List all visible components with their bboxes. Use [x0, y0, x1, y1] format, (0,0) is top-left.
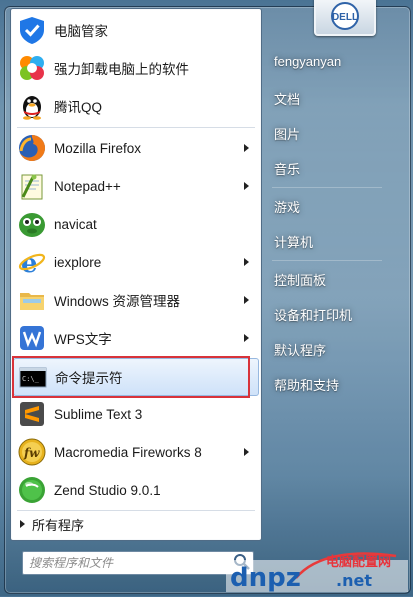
svg-text:DELL: DELL [332, 12, 358, 23]
link-music[interactable]: 音乐 [274, 159, 300, 178]
menu-item-label: Windows 资源管理器 [54, 294, 181, 309]
link-devices-printers[interactable]: 设备和打印机 [274, 305, 352, 324]
dell-logo-icon: DELL [331, 2, 359, 30]
search-input[interactable]: 搜索程序和文件 [22, 551, 254, 575]
link-control-panel[interactable]: 控制面板 [274, 270, 326, 289]
svg-text:fw: fw [23, 446, 40, 460]
menu-item-uninstaller[interactable]: 强力卸载电脑上的软件 [13, 51, 259, 85]
menu-item-windows-explorer[interactable]: Windows 资源管理器 [13, 283, 259, 317]
menu-item-wps-writer[interactable]: WPS文字 [13, 321, 259, 355]
menu-item-label: 强力卸载电脑上的软件 [54, 62, 189, 77]
menu-item-label: Notepad++ [54, 178, 121, 194]
notepad-plus-plus-icon [16, 170, 48, 202]
svg-text:电脑配置网: 电脑配置网 [326, 554, 391, 570]
menu-item-pc-manager[interactable]: 电脑管家 [13, 13, 259, 47]
submenu-arrow-icon[interactable] [244, 296, 249, 304]
firefox-icon [16, 132, 48, 164]
all-programs-separator [17, 510, 255, 511]
menu-item-label: Sublime Text 3 [54, 406, 143, 422]
link-games[interactable]: 游戏 [274, 197, 300, 216]
programs-panel: 电脑管家 强力卸载电脑上的软件 腾讯QQ Mozilla Firefox Not… [10, 8, 262, 541]
menu-item-label: iexplore [54, 254, 102, 270]
windows-explorer-icon [16, 284, 48, 316]
menu-item-firefox[interactable]: Mozilla Firefox [13, 131, 259, 165]
menu-item-fireworks[interactable]: fw Macromedia Fireworks 8 [13, 435, 259, 469]
zend-studio-icon [16, 474, 48, 506]
menu-item-label: navicat [54, 216, 97, 232]
menu-item-sublime-text[interactable]: Sublime Text 3 [13, 397, 259, 431]
qq-penguin-icon [16, 90, 48, 122]
user-name-link[interactable]: fengyanyan [274, 54, 341, 69]
menu-item-notepad-plus-plus[interactable]: Notepad++ [13, 169, 259, 203]
all-programs-label: 所有程序 [32, 518, 85, 533]
menu-item-label: 腾讯QQ [54, 100, 103, 115]
highlight-annotation-box [12, 356, 250, 398]
submenu-arrow-icon[interactable] [244, 334, 249, 342]
svg-text:dnpz: dnpz [230, 563, 301, 592]
site-watermark: dnpz .net 电脑配置网 [226, 548, 408, 593]
submenu-arrow-icon[interactable] [244, 182, 249, 190]
all-programs-button[interactable]: 所有程序 [18, 515, 84, 534]
tencent-pc-manager-icon [16, 14, 48, 46]
pinned-separator [17, 127, 255, 128]
right-separator [272, 187, 382, 188]
right-separator [272, 260, 382, 261]
svg-text:.net: .net [336, 571, 372, 590]
fireworks-icon: fw [16, 436, 48, 468]
sublime-text-icon [16, 398, 48, 430]
internet-explorer-icon: e [16, 246, 48, 278]
link-help-support[interactable]: 帮助和支持 [274, 375, 339, 394]
link-pictures[interactable]: 图片 [274, 124, 300, 143]
menu-item-label: Mozilla Firefox [54, 140, 142, 156]
submenu-arrow-icon[interactable] [244, 144, 249, 152]
menu-item-iexplore[interactable]: e iexplore [13, 245, 259, 279]
menu-item-label: Zend Studio 9.0.1 [54, 482, 161, 498]
menu-item-zend-studio[interactable]: Zend Studio 9.0.1 [13, 473, 259, 507]
menu-item-qq[interactable]: 腾讯QQ [13, 89, 259, 123]
link-computer[interactable]: 计算机 [274, 232, 313, 251]
menu-item-label: Macromedia Fireworks 8 [54, 444, 202, 460]
uninstaller-icon [16, 52, 48, 84]
navicat-icon [16, 208, 48, 240]
link-default-programs[interactable]: 默认程序 [274, 340, 326, 359]
wps-writer-icon [16, 322, 48, 354]
link-documents[interactable]: 文档 [274, 89, 300, 108]
menu-item-navicat[interactable]: navicat [13, 207, 259, 241]
menu-item-label: 电脑管家 [54, 24, 108, 39]
svg-text:e: e [21, 249, 38, 277]
submenu-arrow-icon[interactable] [244, 258, 249, 266]
menu-item-label: WPS文字 [54, 332, 112, 347]
submenu-arrow-icon[interactable] [244, 448, 249, 456]
user-avatar[interactable]: DELL [314, 0, 376, 36]
search-placeholder: 搜索程序和文件 [29, 556, 114, 570]
